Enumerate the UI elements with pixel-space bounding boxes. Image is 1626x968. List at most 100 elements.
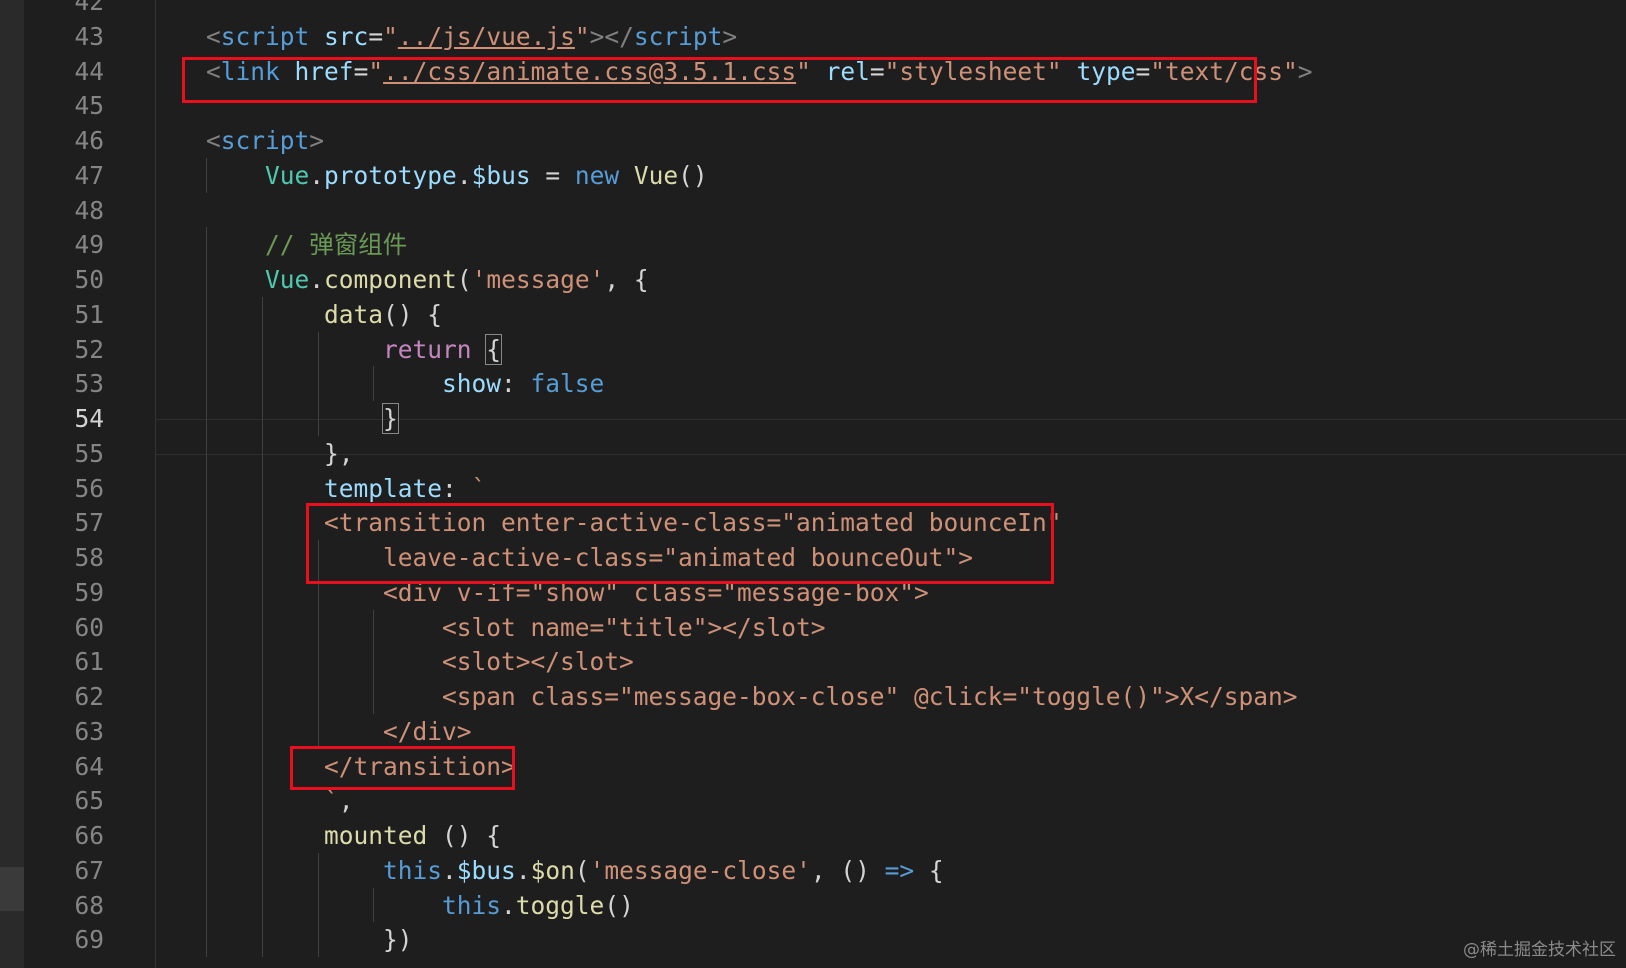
line-number: 57 (74, 508, 104, 538)
code-token: > (309, 126, 325, 155)
code-token: return (383, 334, 472, 364)
line-number: 61 (74, 647, 104, 677)
line-text: </div> (206, 714, 472, 750)
indent-guide (261, 644, 263, 679)
line-number: 62 (74, 682, 104, 711)
indent-guide (206, 783, 207, 818)
code-token: , { (604, 265, 649, 294)
indent-guide (317, 852, 319, 888)
line-number: 46 (74, 126, 104, 155)
code-line[interactable]: 48 (0, 193, 1626, 229)
line-number: 51 (74, 299, 104, 329)
code-editor[interactable]: 42 43 <script src="../js/vue.js"></script>… (0, 0, 1626, 968)
code-line[interactable]: 47 Vue.prototype.$bus = new Vue() (0, 158, 1626, 194)
code-line[interactable]: 51 data() { (0, 297, 1626, 333)
code-line[interactable]: 53 show: false (0, 366, 1626, 402)
indent-guide (261, 540, 263, 575)
line-number: 50 (74, 265, 104, 294)
code-token: }) (383, 925, 413, 955)
indent-guide (373, 609, 375, 645)
indent-guide (317, 366, 319, 401)
code-token: Vue (265, 160, 310, 190)
indent-guide (206, 644, 207, 679)
code-token: { (914, 855, 944, 885)
code-token: data (324, 299, 384, 329)
line-number: 65 (74, 786, 104, 816)
code-token: ></ (589, 21, 634, 51)
code-line[interactable]: 66 mounted () { (0, 818, 1626, 854)
code-token: () (604, 890, 634, 920)
line-number: 42 (74, 0, 104, 16)
indent-guide (317, 922, 319, 957)
code-line[interactable]: 60 <slot name="title"></slot> (0, 610, 1626, 646)
highlight-box-transition-open (306, 503, 1054, 584)
code-line[interactable]: 42 (0, 0, 1626, 20)
line-text: // 弹窗组件 (206, 227, 407, 263)
line-text: mounted () { (206, 818, 501, 854)
code-line[interactable]: 69 }) (0, 922, 1626, 958)
code-line[interactable]: 67 this.$bus.$on('message-close', () => … (0, 853, 1626, 889)
code-token: false (530, 369, 605, 399)
line-number: 68 (74, 890, 104, 920)
code-token: = (530, 160, 575, 190)
line-text: data() { (206, 297, 442, 333)
line-number: 59 (74, 577, 104, 607)
line-text: <script> (206, 123, 324, 159)
indent-guide (206, 574, 207, 610)
code-token: : (442, 473, 472, 503)
indent-guide (261, 748, 263, 784)
code-token: }, (324, 438, 354, 468)
indent-guide (206, 713, 207, 749)
code-token: show (442, 369, 502, 399)
code-token: new (574, 160, 620, 190)
code-line[interactable]: 62 <span class="message-box-close" @clic… (0, 679, 1626, 715)
code-line[interactable]: 63 </div> (0, 714, 1626, 750)
code-token: <slot name="title"></slot> (442, 612, 826, 642)
code-line[interactable]: 56 template: ` (0, 471, 1626, 507)
code-line[interactable]: 55 }, (0, 436, 1626, 472)
code-token: . (309, 160, 325, 190)
indent-guide (261, 331, 263, 367)
code-token: ` (471, 473, 487, 503)
code-line[interactable]: 46 <script> (0, 123, 1626, 159)
indent-guide (373, 887, 375, 923)
line-text: }) (206, 922, 413, 958)
indent-guide (261, 470, 263, 506)
line-number: 53 (74, 369, 104, 399)
indent-guide (261, 435, 263, 471)
indent-guide (206, 470, 207, 506)
code-line[interactable]: 61 <slot></slot> (0, 644, 1626, 680)
code-line[interactable]: 65 `, (0, 783, 1626, 819)
line-text: show: false (206, 366, 604, 402)
line-number: 55 (74, 438, 104, 468)
code-line[interactable]: 43 <script src="../js/vue.js"></script> (0, 19, 1626, 55)
indent-guide (261, 852, 263, 888)
code-token: Vue (265, 265, 310, 294)
code-token: ( (574, 855, 590, 885)
code-line[interactable]: 68 this.toggle() (0, 888, 1626, 924)
indent-guide (206, 818, 207, 853)
code-line[interactable]: 49 // 弹窗组件 (0, 227, 1626, 263)
code-token: () (678, 160, 708, 190)
code-token: . (501, 890, 516, 920)
code-line[interactable]: 64 </transition> (0, 749, 1626, 785)
indent-guide (206, 505, 207, 540)
line-number: 67 (74, 855, 104, 885)
code-line[interactable]: 54 } (0, 401, 1626, 437)
line-number: 45 (74, 91, 104, 121)
code-token: , (338, 786, 354, 816)
code-token: <span class="message-box-close" @click="… (442, 682, 1298, 711)
indent-guide (317, 644, 319, 679)
code-token: ` (324, 786, 339, 816)
code-line[interactable]: 50 Vue.component('message', { (0, 262, 1626, 298)
code-line[interactable]: 52 return { (0, 332, 1626, 368)
code-token: $bus (456, 855, 516, 885)
line-number: 56 (74, 473, 104, 503)
